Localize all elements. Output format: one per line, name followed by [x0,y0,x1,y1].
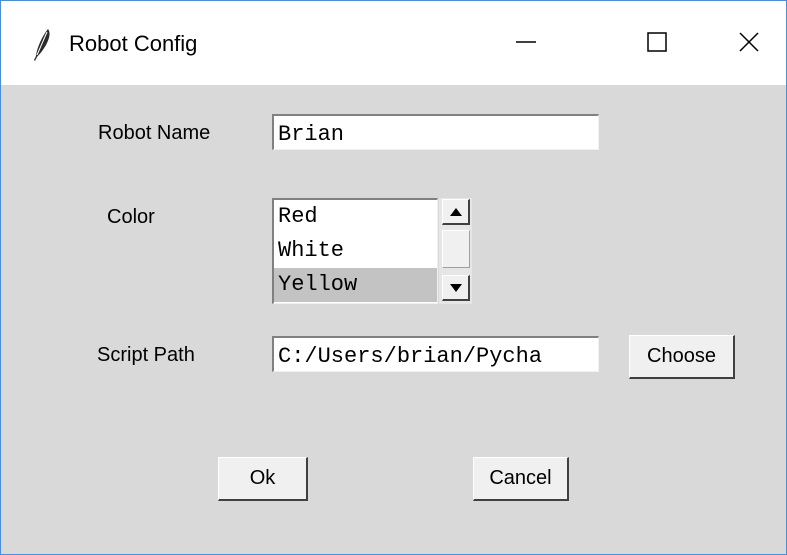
color-option-white[interactable]: White [274,234,437,268]
color-scrollbar[interactable] [439,198,472,304]
close-button[interactable] [719,19,779,69]
window-title: Robot Config [69,31,198,56]
minimize-icon [515,31,537,58]
color-label: Color [107,206,155,228]
script-path-input[interactable] [272,336,599,372]
script-path-label: Script Path [97,344,195,366]
minimize-button[interactable] [496,19,556,69]
robot-name-input[interactable] [272,114,599,150]
maximize-button[interactable] [627,19,687,69]
scroll-thumb[interactable] [442,230,470,268]
choose-button[interactable]: Choose [629,335,735,379]
color-option-red[interactable]: Red [274,200,437,234]
color-option-yellow[interactable]: Yellow [274,268,437,302]
color-listbox[interactable]: Red White Yellow [272,198,438,304]
scroll-up-button[interactable] [442,199,470,225]
arrow-down-icon [449,279,462,297]
robot-config-window: Robot Config Robot Name Color Red White … [0,0,787,555]
feather-icon [31,27,53,63]
robot-name-label: Robot Name [98,122,211,144]
title-bar[interactable]: Robot Config [1,1,786,85]
ok-button[interactable]: Ok [218,457,308,501]
maximize-icon [646,31,668,58]
scroll-down-button[interactable] [442,275,470,301]
close-icon [738,31,760,58]
arrow-up-icon [449,203,462,221]
cancel-button[interactable]: Cancel [473,457,569,501]
